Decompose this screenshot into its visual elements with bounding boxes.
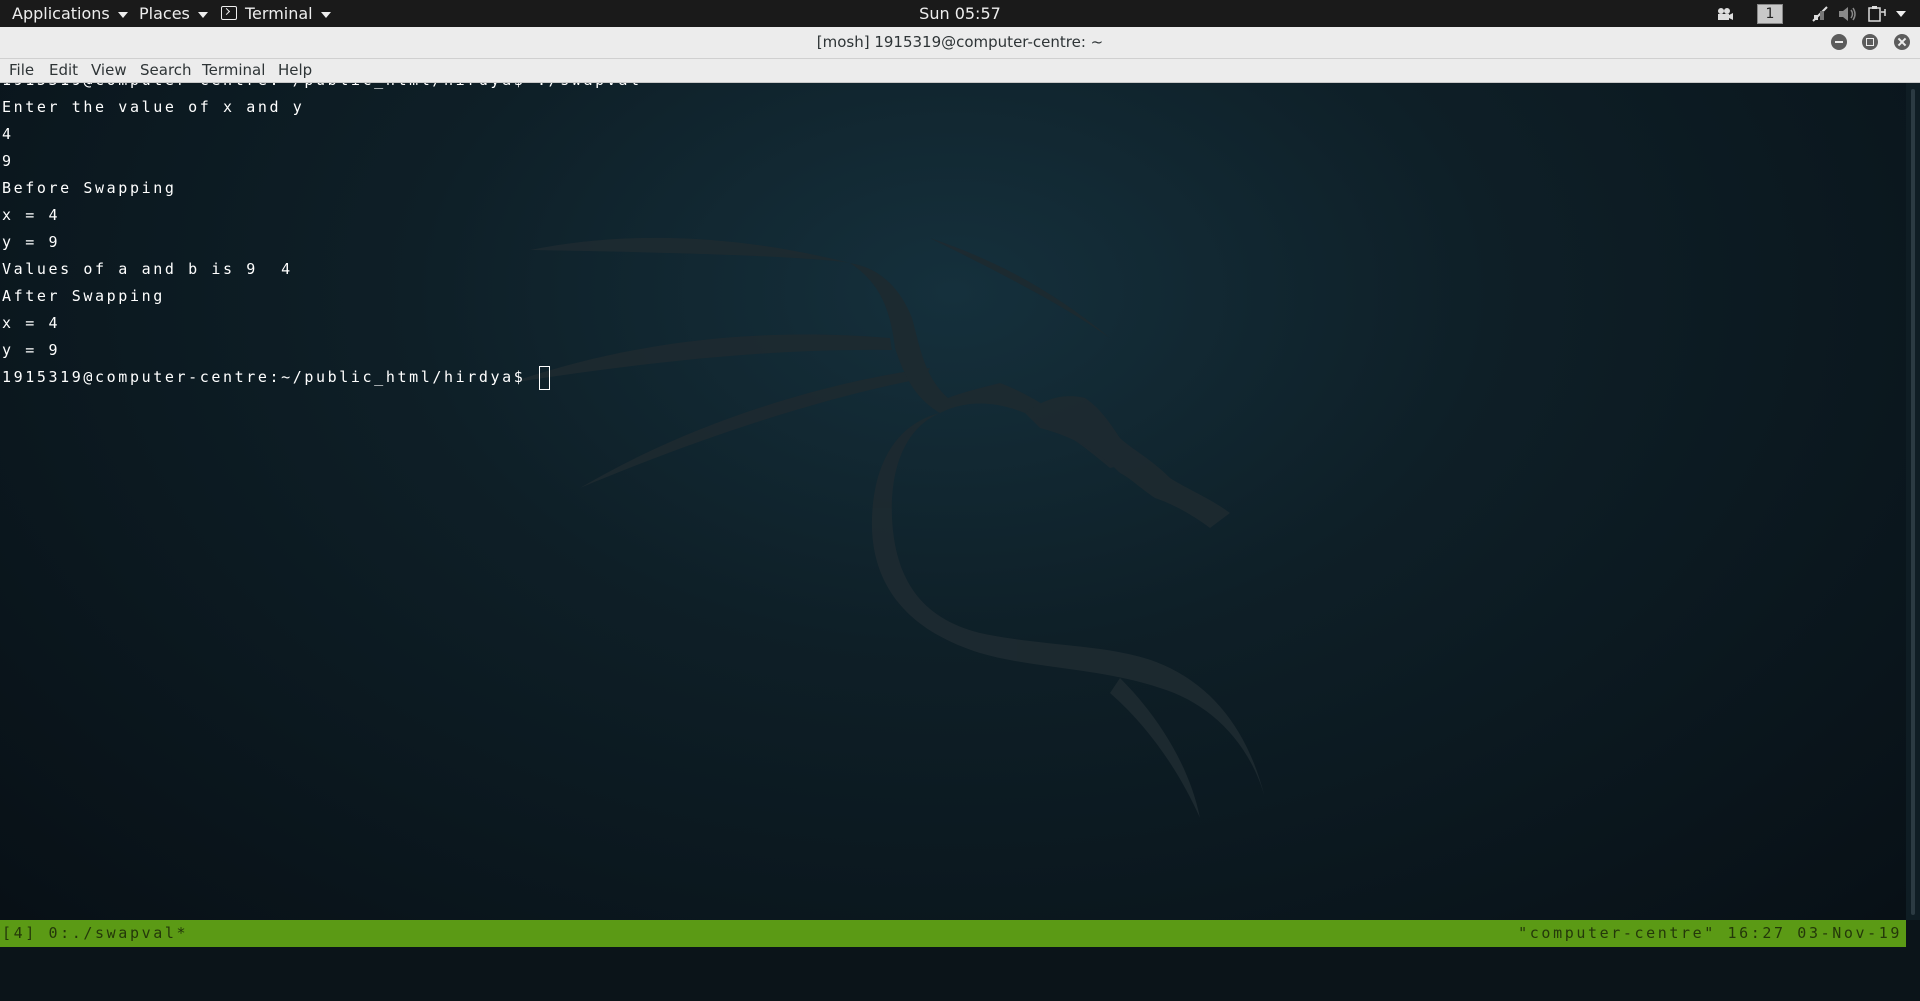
terminal-line: Enter the value of x and y [2, 98, 305, 116]
window-titlebar[interactable]: [mosh] 1915319@computer-centre: ~ [0, 27, 1920, 59]
minimize-icon[interactable] [1831, 34, 1847, 50]
applications-label: Applications [12, 4, 110, 23]
video-camera-icon[interactable] [1716, 0, 1734, 27]
menu-edit[interactable]: Edit [49, 59, 78, 82]
terminal-icon [221, 6, 237, 20]
terminal-scrollbar[interactable] [1906, 83, 1920, 920]
chevron-down-icon [320, 11, 331, 18]
tmux-host-clock: "computer-centre" 16:27 03-Nov-19 [1518, 924, 1902, 942]
applications-menu[interactable]: Applications [12, 0, 128, 27]
kali-dragon-logo [520, 237, 1265, 818]
places-label: Places [139, 4, 190, 23]
clock[interactable]: Sun 05:57 [919, 4, 1001, 23]
terminal-cursor [539, 366, 551, 390]
terminal-line: Before Swapping [2, 179, 177, 197]
terminal-line: After Swapping [2, 287, 165, 305]
chevron-down-icon [117, 11, 128, 18]
terminal-area[interactable]: 1915319@computer-centre:~/public_html/hi… [0, 83, 1906, 920]
terminal-line: x = 4 [2, 314, 61, 332]
terminal-line: x = 4 [2, 206, 61, 224]
scrollbar-thumb[interactable] [1911, 89, 1915, 915]
volume-icon[interactable] [1838, 0, 1858, 27]
workspace-switcher[interactable]: 1 [1757, 0, 1783, 27]
menu-terminal[interactable]: Terminal [202, 59, 265, 82]
terminal-app-label: Terminal [245, 4, 313, 23]
places-menu[interactable]: Places [139, 0, 208, 27]
tmux-status-bar: [4] 0:./swapval* "computer-centre" 16:27… [0, 920, 1906, 947]
terminal-line: y = 9 [2, 341, 61, 359]
system-menu-caret[interactable] [1896, 0, 1906, 27]
menu-view[interactable]: View [91, 59, 127, 82]
terminal-line: Values of a and b is 9 4 [2, 260, 293, 278]
terminal-app-menu[interactable]: Terminal [221, 0, 331, 27]
chevron-down-icon [197, 11, 208, 18]
network-icon[interactable] [1811, 0, 1829, 27]
top-panel: Applications Places Terminal Sun 05:57 1 [0, 0, 1920, 27]
terminal-line: 1915319@computer-centre:~/public_html/hi… [2, 83, 642, 94]
window-title: [mosh] 1915319@computer-centre: ~ [816, 33, 1104, 51]
terminal-prompt-line: 1915319@computer-centre:~/public_html/hi… [2, 368, 538, 386]
menu-file[interactable]: File [9, 59, 34, 82]
menubar: File Edit View Search Terminal Help [0, 59, 1920, 83]
terminal-line: 4 [2, 125, 14, 143]
workspace-indicator: 1 [1757, 3, 1783, 24]
battery-icon[interactable] [1868, 0, 1890, 27]
chevron-down-icon [1896, 10, 1906, 17]
menu-help[interactable]: Help [278, 59, 312, 82]
menu-search[interactable]: Search [140, 59, 192, 82]
terminal-line: y = 9 [2, 233, 61, 251]
terminal-line: 9 [2, 152, 14, 170]
tmux-window-list: [4] 0:./swapval* [2, 924, 189, 942]
close-icon[interactable] [1894, 34, 1910, 50]
maximize-icon[interactable] [1862, 34, 1878, 50]
